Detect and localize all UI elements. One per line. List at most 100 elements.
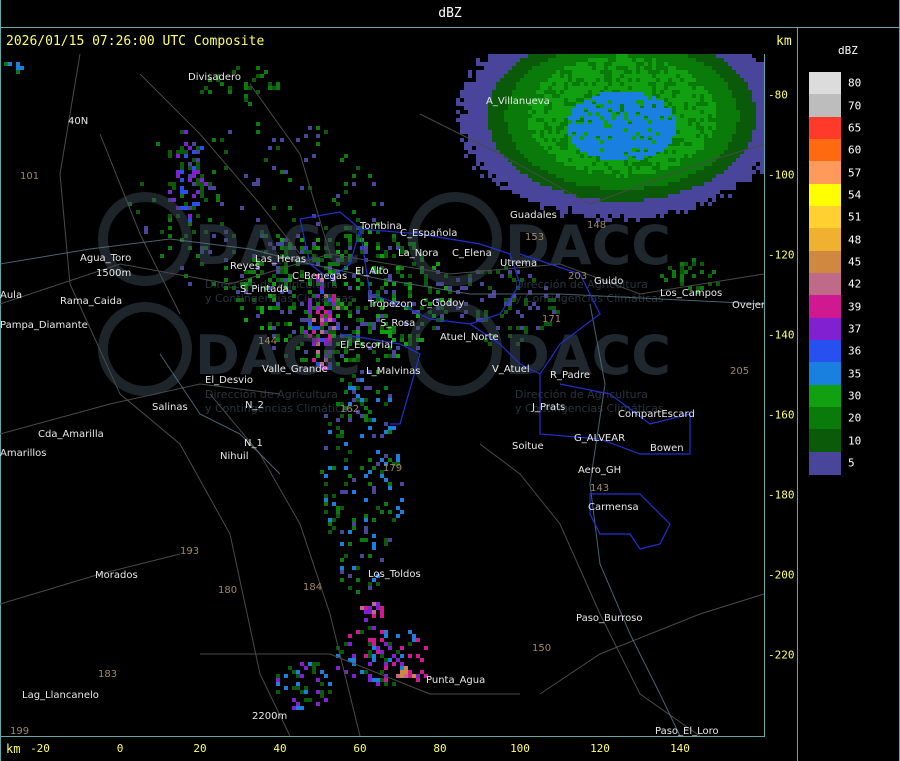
place-label: Amarillos: [0, 448, 46, 459]
place-label: 40N: [68, 116, 88, 127]
place-label: Carmensa: [588, 502, 639, 513]
place-label: J_Prats: [531, 402, 565, 413]
y-tick-label: -120: [768, 248, 795, 262]
legend-swatch: [809, 228, 841, 252]
legend-swatch: [809, 317, 841, 341]
legend-label: 37: [848, 322, 862, 336]
y-tick-label: -100: [768, 168, 795, 182]
place-label: 2200m: [252, 711, 287, 722]
place-label: 1500m: [96, 268, 131, 279]
place-label: A_Villanueva: [486, 96, 550, 107]
legend-swatch: [809, 206, 841, 229]
legend-label: 48: [848, 233, 862, 246]
route-number-label: 143: [590, 483, 609, 494]
route-number-label: 180: [218, 585, 237, 596]
place-label: Salinas: [152, 402, 188, 413]
route-number-label: 203: [568, 271, 587, 282]
radar-map[interactable]: DACC DACC DACC DACC Dirección de Agricul…: [0, 54, 764, 736]
place-label: Nihuil: [220, 451, 249, 462]
place-label: S_Rosa: [380, 318, 415, 329]
place-label: Pampa_Diamante: [0, 320, 88, 331]
legend-swatch: [809, 161, 841, 185]
place-label: C_Benegas: [292, 271, 347, 282]
top-bar: dBZ: [0, 0, 900, 28]
route-number-label: 183: [98, 669, 117, 680]
place-label: Las_Heras: [255, 254, 306, 265]
map-bottom-edge: [0, 736, 765, 737]
y-tick-label: -80: [768, 88, 788, 102]
legend-label: 70: [848, 99, 862, 112]
legend-label: 35: [848, 367, 862, 380]
place-label: N_2: [245, 400, 264, 411]
route-number-label: 199: [10, 726, 29, 736]
place-label: El_Escorial: [340, 340, 393, 351]
x-tick-label: 40: [273, 742, 287, 755]
y-tick-label: -220: [768, 648, 795, 662]
dbz-legend: [809, 72, 841, 475]
watermark-line1-4: Dirección de Agricultura: [515, 388, 648, 401]
legend-label: 20: [848, 411, 862, 425]
legend-label: 39: [848, 300, 862, 313]
legend-swatch: [809, 429, 841, 453]
unit-title: dBZ: [438, 6, 462, 21]
frame-divider-line: [797, 27, 798, 761]
route-number-label: 162: [340, 404, 359, 415]
legend-label: 10: [848, 434, 862, 447]
legend-swatch: [809, 451, 841, 475]
watermark-line2-3: y Contingencias Climáticas: [205, 402, 354, 415]
legend-label: 5: [848, 456, 855, 470]
route-number-label: 144: [258, 336, 277, 347]
place-label: Los_Toldos: [368, 569, 421, 580]
place-label: Punta_Agua: [426, 675, 485, 686]
legend-label: 36: [848, 344, 862, 358]
legend-label: 57: [848, 166, 862, 179]
place-label: C_Godoy: [420, 298, 464, 309]
legend-swatch: [809, 139, 841, 162]
place-label: Tropezon: [367, 299, 413, 310]
place-label: Soitue: [512, 441, 544, 452]
place-label: G_ALVEAR: [574, 433, 625, 444]
x-tick-label: 0: [116, 742, 124, 755]
route-number-label: 184: [303, 582, 322, 593]
legend-swatch: [809, 340, 841, 363]
legend-label: 80: [848, 76, 862, 90]
y-tick-label: -180: [768, 488, 795, 502]
place-label: Rama_Caida: [60, 296, 122, 307]
legend-swatch: [809, 295, 841, 319]
place-label: Aula: [0, 290, 22, 301]
place-label: C_Elena: [452, 248, 492, 259]
legend-swatch: [809, 384, 841, 408]
frame-top-line: [0, 27, 900, 28]
route-number-label: 179: [383, 463, 402, 474]
place-label: Guadales: [510, 210, 557, 221]
y-tick-label: -200: [768, 568, 795, 582]
legend-swatch: [809, 273, 841, 296]
place-label: V_Atuel: [492, 364, 530, 375]
route-number-label: 193: [180, 546, 199, 557]
place-label: El_Desvio: [205, 375, 253, 386]
x-tick-label: 80: [433, 742, 447, 755]
timestamp-title: 2026/01/15 07:26:00 UTC Composite: [6, 34, 265, 49]
route-number-label: 101: [20, 171, 39, 182]
bottom-unit-label: km: [6, 742, 21, 756]
place-label: Divisadero: [188, 72, 241, 83]
legend-label: 54: [848, 188, 862, 202]
route-number-label: 171: [542, 314, 561, 325]
place-label: Agua_Toro: [80, 253, 131, 264]
place-label: Utrema: [500, 258, 537, 269]
place-label: Valle_Grande: [262, 364, 328, 375]
place-label: Guido: [594, 276, 623, 287]
place-label: S_Pintada: [240, 284, 289, 295]
watermark-line1-3: Dirección de Agricultura: [205, 388, 338, 401]
place-label: Atuel_Norte: [440, 332, 499, 343]
place-label: La_Nora: [398, 248, 439, 259]
legend-swatch: [809, 407, 841, 430]
legend-label: 45: [848, 255, 862, 269]
route-number-label: 205: [730, 366, 749, 377]
place-label: Aero_GH: [578, 465, 621, 476]
place-label: Tombina: [359, 221, 402, 232]
route-number-label: 148: [587, 220, 606, 231]
legend-label: 51: [848, 210, 862, 224]
place-label: N_1: [244, 438, 263, 449]
legend-swatch: [809, 94, 841, 118]
